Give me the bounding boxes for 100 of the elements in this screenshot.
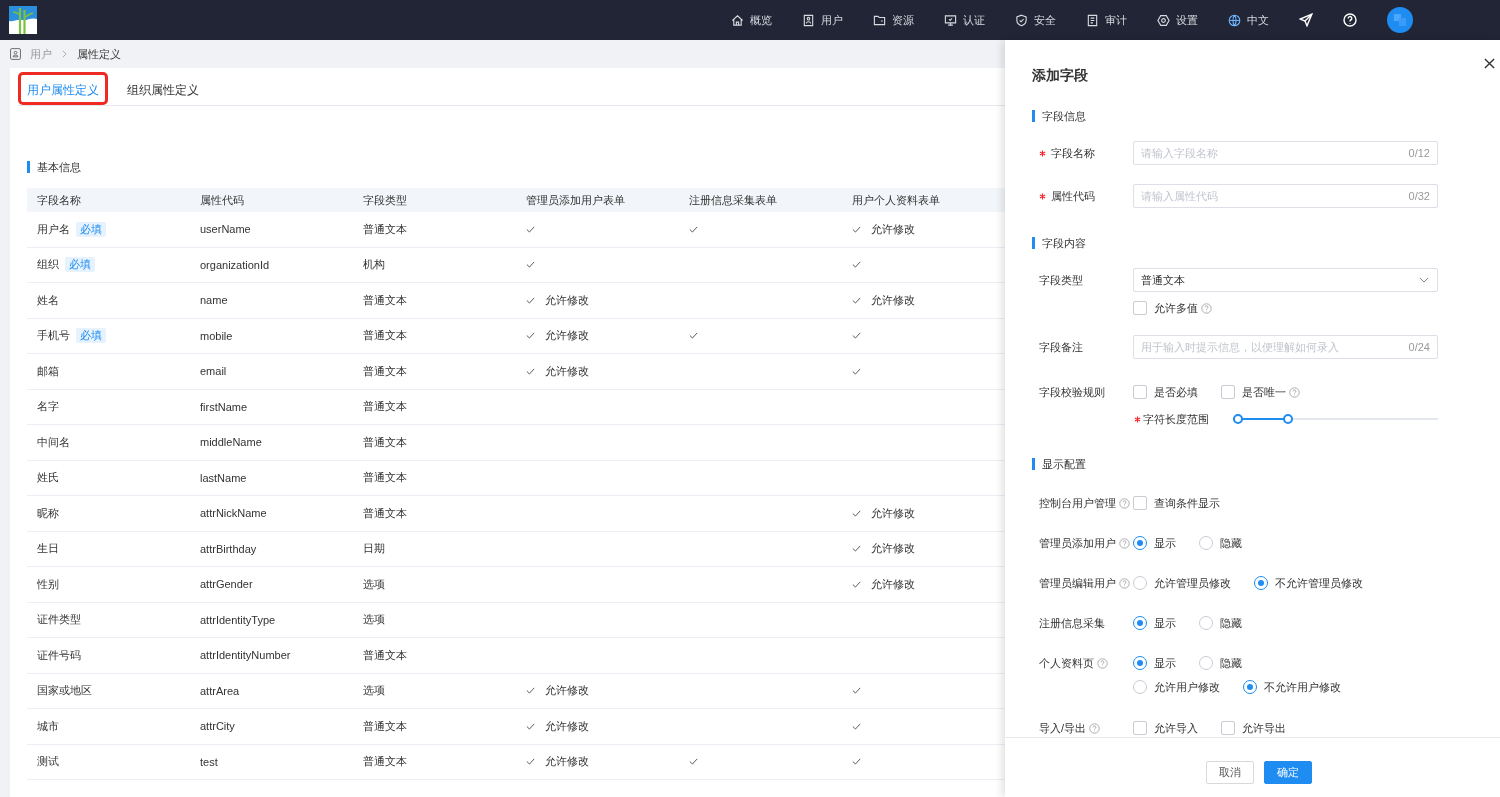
- checkbox[interactable]: [1133, 301, 1147, 315]
- monitor-icon: [944, 13, 957, 27]
- option-label: 隐藏: [1220, 655, 1242, 671]
- column-header: 属性代码: [190, 188, 353, 212]
- checkbox[interactable]: [1133, 385, 1147, 399]
- field-label: 字段名称: [1051, 146, 1095, 161]
- table-cell: middleName: [190, 424, 353, 460]
- cell-text: 昵称: [37, 505, 59, 521]
- cell-text: 手机号: [37, 328, 70, 344]
- table-cell: lastName: [190, 460, 353, 496]
- option-label: 不允许用户修改: [1264, 679, 1341, 695]
- nav-item[interactable]: 概览: [731, 13, 772, 27]
- nav-item[interactable]: 资源: [873, 13, 914, 27]
- table-cell: 选项: [353, 673, 516, 709]
- cell-text: 名字: [37, 399, 59, 415]
- slider-handle[interactable]: [1233, 414, 1243, 424]
- radio-button[interactable]: [1243, 680, 1257, 694]
- radio-button[interactable]: [1133, 576, 1147, 590]
- field-label: 注册信息采集: [1039, 616, 1105, 631]
- column-header: 字段类型: [353, 188, 516, 212]
- table-cell: attrArea: [190, 673, 353, 709]
- nav-item[interactable]: 设置: [1157, 13, 1198, 27]
- cell-text: 证件类型: [37, 612, 81, 628]
- user-badge-icon: [10, 48, 21, 60]
- column-header: 用户个人资料表单: [842, 188, 1005, 212]
- drawer-title: 添加字段: [1032, 66, 1088, 85]
- table-cell: userName: [190, 212, 353, 247]
- bamboo-logo: [9, 6, 37, 34]
- select-field[interactable]: 普通文本: [1133, 268, 1438, 292]
- field-label: 字段类型: [1039, 273, 1083, 288]
- field-label: 管理员添加用户: [1039, 536, 1116, 551]
- option-label: 允许用户修改: [1154, 679, 1220, 695]
- table-cell: attrGender: [190, 566, 353, 602]
- column-header: 注册信息采集表单: [679, 188, 842, 212]
- table-cell: 机构: [353, 247, 516, 283]
- table-cell: attrIdentityType: [190, 602, 353, 638]
- cell-text: 邮箱: [37, 363, 59, 379]
- table-cell: 日期: [353, 531, 516, 567]
- option-label: 允许管理员修改: [1154, 575, 1231, 591]
- cell-note: 允许修改: [871, 541, 915, 557]
- required-tag: 必填: [76, 328, 106, 344]
- field-label: 字段校验规则: [1039, 385, 1105, 400]
- radio-button[interactable]: [1254, 576, 1268, 590]
- radio-button[interactable]: [1199, 616, 1213, 630]
- tab[interactable]: 组织属性定义: [121, 75, 205, 102]
- nav-item[interactable]: 用户: [802, 13, 843, 27]
- table-cell: test: [190, 744, 353, 780]
- cell-text: 姓氏: [37, 470, 59, 486]
- option-label: 是否唯一: [1242, 384, 1286, 400]
- slider-handle[interactable]: [1283, 414, 1294, 424]
- column-header: 字段名称: [27, 188, 190, 212]
- cancel-button[interactable]: 取消: [1205, 761, 1254, 784]
- char-counter: 0/12: [1408, 146, 1430, 160]
- nav-item[interactable]: 安全: [1015, 13, 1056, 27]
- section-title: 基本信息: [27, 161, 81, 173]
- table-cell: 普通文本: [353, 708, 516, 744]
- option-label: 允许导出: [1242, 720, 1286, 736]
- radio-button[interactable]: [1199, 536, 1213, 550]
- avatar-icon[interactable]: [1387, 7, 1413, 33]
- radio-button[interactable]: [1133, 536, 1147, 550]
- radio-button[interactable]: [1133, 616, 1147, 630]
- field-label: 个人资料页: [1039, 656, 1094, 671]
- radio-button[interactable]: [1133, 680, 1147, 694]
- field-label: 属性代码: [1051, 189, 1095, 204]
- section-title: 字段内容: [1032, 237, 1086, 249]
- checkbox[interactable]: [1133, 721, 1147, 735]
- radio-button[interactable]: [1199, 656, 1213, 670]
- nav-item[interactable]: 审计: [1086, 13, 1127, 27]
- tab[interactable]: 用户属性定义: [21, 75, 105, 102]
- checkbox[interactable]: [1221, 385, 1235, 399]
- required-tag: 必填: [65, 257, 95, 273]
- option-label: 隐藏: [1220, 615, 1242, 631]
- cell-note: 允许修改: [545, 718, 589, 734]
- settings-icon: [1157, 13, 1170, 27]
- cell-text: 中间名: [37, 434, 70, 450]
- close-icon[interactable]: [1484, 58, 1495, 69]
- chevron-right-icon: [62, 50, 67, 58]
- table-cell: 普通文本: [353, 637, 516, 673]
- table-cell: 普通文本: [353, 318, 516, 354]
- cell-note: 允许修改: [871, 576, 915, 592]
- checkbox[interactable]: [1221, 721, 1235, 735]
- field-label: 字符长度范围: [1143, 411, 1209, 427]
- language-selector[interactable]: 中文: [1228, 13, 1269, 27]
- nav-item[interactable]: 认证: [944, 13, 985, 27]
- char-counter: 0/32: [1408, 189, 1430, 203]
- table-cell: 普通文本: [353, 212, 516, 247]
- field-label: 管理员编辑用户: [1039, 576, 1116, 591]
- radio-button[interactable]: [1133, 656, 1147, 670]
- home-icon: [731, 13, 744, 27]
- option-label: 允许多值: [1154, 300, 1198, 316]
- cell-text: 证件号码: [37, 647, 81, 663]
- shield-icon: [1015, 13, 1028, 27]
- folder-icon: [873, 13, 886, 27]
- table-cell: name: [190, 282, 353, 318]
- cell-note: 允许修改: [871, 292, 915, 308]
- table-cell: attrNickName: [190, 495, 353, 531]
- paper-plane-icon[interactable]: [1299, 13, 1313, 27]
- option-label: 不允许管理员修改: [1275, 575, 1363, 591]
- cell-note: 允许修改: [545, 754, 589, 770]
- checkbox[interactable]: [1133, 496, 1147, 510]
